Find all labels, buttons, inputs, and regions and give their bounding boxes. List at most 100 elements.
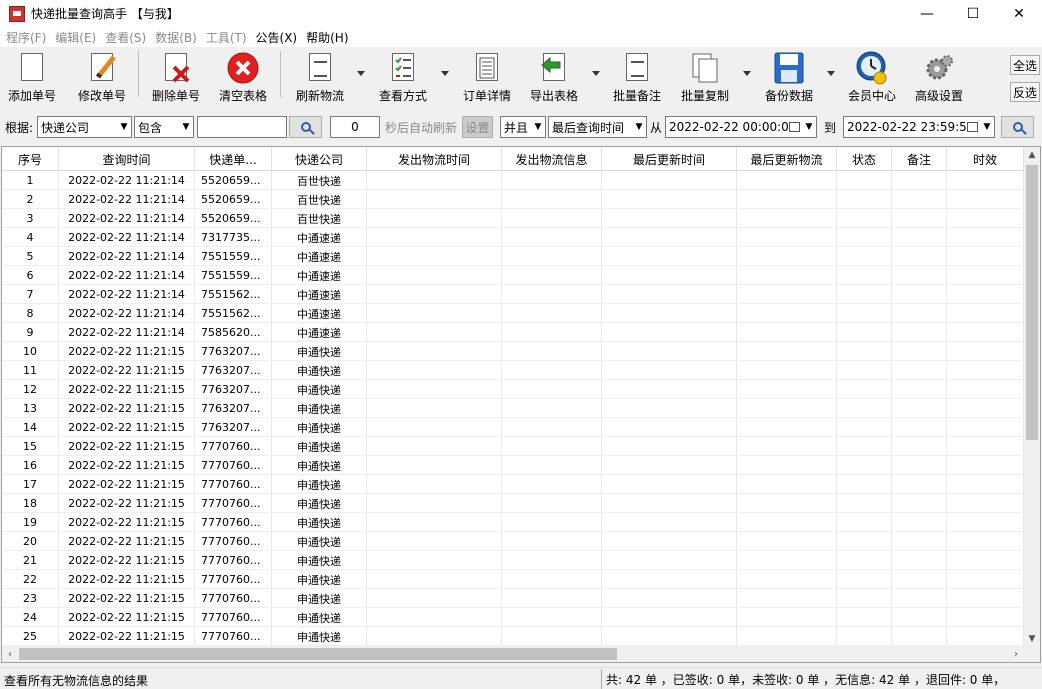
clear-table-button[interactable]: 清空表格: [217, 51, 269, 107]
table-row[interactable]: 8 2022-02-22 11:21:14 7551562... 中通速递: [2, 304, 1025, 323]
date-search-button[interactable]: [1001, 116, 1034, 138]
table-cell: [602, 247, 737, 266]
field-select[interactable]: 快递公司 ▼: [37, 116, 132, 138]
keyword-input[interactable]: [197, 116, 287, 138]
close-button[interactable]: ✕: [996, 0, 1042, 27]
to-label: 到: [824, 121, 837, 135]
table-row[interactable]: 14 2022-02-22 11:21:15 7763207... 申通快递: [2, 418, 1025, 437]
table-row[interactable]: 5 2022-02-22 11:21:14 7551559... 中通速递: [2, 247, 1025, 266]
table-row[interactable]: 9 2022-02-22 11:21:14 7585620... 中通速递: [2, 323, 1025, 342]
table-row[interactable]: 17 2022-02-22 11:21:15 7770760... 申通快递: [2, 475, 1025, 494]
table-row[interactable]: 16 2022-02-22 11:21:15 7770760... 申通快递: [2, 456, 1025, 475]
table-row[interactable]: 24 2022-02-22 11:21:15 7770760... 申通快递: [2, 608, 1025, 627]
horizontal-scroll-thumb[interactable]: [19, 648, 617, 660]
edit-number-button[interactable]: 修改单号: [76, 51, 128, 107]
filter-search-button[interactable]: [289, 116, 322, 138]
batch-copy-button[interactable]: 批量复制: [679, 51, 731, 107]
column-header[interactable]: 最后更新时间: [602, 147, 737, 171]
to-datetime-picker[interactable]: 2022-02-22 23:59:59 ▼: [843, 116, 995, 138]
refresh-logistics-button[interactable]: 刷新物流: [294, 51, 346, 107]
chevron-down-icon: ▼: [805, 122, 813, 132]
maximize-button[interactable]: ☐: [950, 0, 996, 27]
advanced-settings-button[interactable]: 高级设置: [913, 51, 965, 107]
select-all-button[interactable]: 全选: [1010, 55, 1040, 75]
column-header[interactable]: 发出物流信息: [502, 147, 602, 171]
order-detail-button[interactable]: 订单详情: [461, 51, 513, 107]
table-cell: [837, 171, 892, 190]
table-row[interactable]: 25 2022-02-22 11:21:15 7770760... 申通快递: [2, 627, 1025, 646]
from-datetime-picker[interactable]: 2022-02-22 00:00:00 ▼: [665, 116, 817, 138]
column-header[interactable]: 发出物流时间: [367, 147, 502, 171]
table-cell: 2022-02-22 11:21:15: [59, 532, 195, 551]
table-row[interactable]: 3 2022-02-22 11:21:14 5520659... 百世快递: [2, 209, 1025, 228]
table-cell: 19: [2, 513, 59, 532]
menu-data[interactable]: 数据(B): [155, 29, 197, 46]
view-mode-dropdown-arrow[interactable]: [441, 71, 449, 76]
view-mode-button[interactable]: 查看方式: [377, 51, 429, 107]
column-header[interactable]: 备注: [892, 147, 947, 171]
table-row[interactable]: 7 2022-02-22 11:21:14 7551562... 中通速递: [2, 285, 1025, 304]
table-row[interactable]: 19 2022-02-22 11:21:15 7770760... 申通快递: [2, 513, 1025, 532]
table-row[interactable]: 13 2022-02-22 11:21:15 7763207... 申通快递: [2, 399, 1025, 418]
backup-data-button[interactable]: 备份数据: [763, 51, 815, 107]
backup-dropdown-arrow[interactable]: [827, 71, 835, 76]
batch-note-button[interactable]: 批量备注: [611, 51, 663, 107]
menu-program[interactable]: 程序(F): [6, 29, 46, 46]
column-header[interactable]: 状态: [837, 147, 892, 171]
export-dropdown-arrow[interactable]: [592, 71, 600, 76]
column-header[interactable]: 快递单...: [195, 147, 272, 171]
member-center-button[interactable]: 会员中心: [846, 51, 898, 107]
table-row[interactable]: 11 2022-02-22 11:21:15 7763207... 申通快递: [2, 361, 1025, 380]
table-row[interactable]: 21 2022-02-22 11:21:15 7770760... 申通快递: [2, 551, 1025, 570]
table-row[interactable]: 15 2022-02-22 11:21:15 7770760... 申通快递: [2, 437, 1025, 456]
table-cell: [947, 399, 1024, 418]
table-row[interactable]: 12 2022-02-22 11:21:15 7763207... 申通快递: [2, 380, 1025, 399]
logic-select[interactable]: 并且 ▼: [500, 116, 546, 138]
refresh-interval-input[interactable]: 0: [330, 116, 380, 138]
table-row[interactable]: 23 2022-02-22 11:21:15 7770760... 申通快递: [2, 589, 1025, 608]
column-header[interactable]: 时效: [947, 147, 1024, 171]
menu-tools[interactable]: 工具(T): [206, 29, 247, 46]
batch-copy-dropdown-arrow[interactable]: [743, 71, 751, 76]
refresh-dropdown-arrow[interactable]: [357, 71, 365, 76]
export-table-button[interactable]: 导出表格: [528, 51, 580, 107]
menu-help[interactable]: 帮助(H): [306, 29, 348, 46]
menu-view[interactable]: 查看(S): [105, 29, 146, 46]
table-cell: 2022-02-22 11:21:15: [59, 608, 195, 627]
table-cell: [602, 342, 737, 361]
table-row[interactable]: 22 2022-02-22 11:21:15 7770760... 申通快递: [2, 570, 1025, 589]
table-row[interactable]: 20 2022-02-22 11:21:15 7770760... 申通快递: [2, 532, 1025, 551]
menu-announcement[interactable]: 公告(X): [256, 29, 298, 46]
set-refresh-button[interactable]: 设置: [462, 116, 493, 138]
vertical-scrollbar[interactable]: ▲ ▼: [1024, 147, 1040, 647]
table-row[interactable]: 10 2022-02-22 11:21:15 7763207... 申通快递: [2, 342, 1025, 361]
scroll-up-icon[interactable]: ▲: [1024, 147, 1040, 163]
table-row[interactable]: 6 2022-02-22 11:21:14 7551559... 中通速递: [2, 266, 1025, 285]
add-number-button[interactable]: 添加单号: [6, 51, 58, 107]
vertical-scroll-thumb[interactable]: [1026, 165, 1038, 440]
scroll-left-icon[interactable]: ‹: [2, 646, 18, 662]
from-label: 从: [650, 121, 663, 135]
scroll-right-icon[interactable]: ›: [1008, 646, 1024, 662]
table-cell: [947, 266, 1024, 285]
date-field-select[interactable]: 最后查询时间 ▼: [548, 116, 647, 138]
table-cell: [502, 285, 602, 304]
table-cell: 申通快递: [272, 589, 367, 608]
invert-selection-button[interactable]: 反选: [1010, 82, 1040, 102]
table-row[interactable]: 1 2022-02-22 11:21:14 5520659... 百世快递: [2, 171, 1025, 190]
table-cell: [947, 380, 1024, 399]
table-cell: 申通快递: [272, 570, 367, 589]
minimize-button[interactable]: —: [904, 0, 950, 27]
table-row[interactable]: 4 2022-02-22 11:21:14 7317735... 中通速递: [2, 228, 1025, 247]
operator-select[interactable]: 包含 ▼: [134, 116, 194, 138]
column-header[interactable]: 快递公司: [272, 147, 367, 171]
scroll-down-icon[interactable]: ▼: [1024, 631, 1040, 647]
table-row[interactable]: 18 2022-02-22 11:21:15 7770760... 申通快递: [2, 494, 1025, 513]
column-header[interactable]: 最后更新物流: [737, 147, 837, 171]
column-header[interactable]: 序号: [2, 147, 59, 171]
delete-number-button[interactable]: 删除单号: [150, 51, 202, 107]
horizontal-scrollbar[interactable]: ‹ ›: [2, 646, 1040, 662]
column-header[interactable]: 查询时间: [59, 147, 195, 171]
table-row[interactable]: 2 2022-02-22 11:21:14 5520659... 百世快递: [2, 190, 1025, 209]
menu-edit[interactable]: 编辑(E): [55, 29, 96, 46]
